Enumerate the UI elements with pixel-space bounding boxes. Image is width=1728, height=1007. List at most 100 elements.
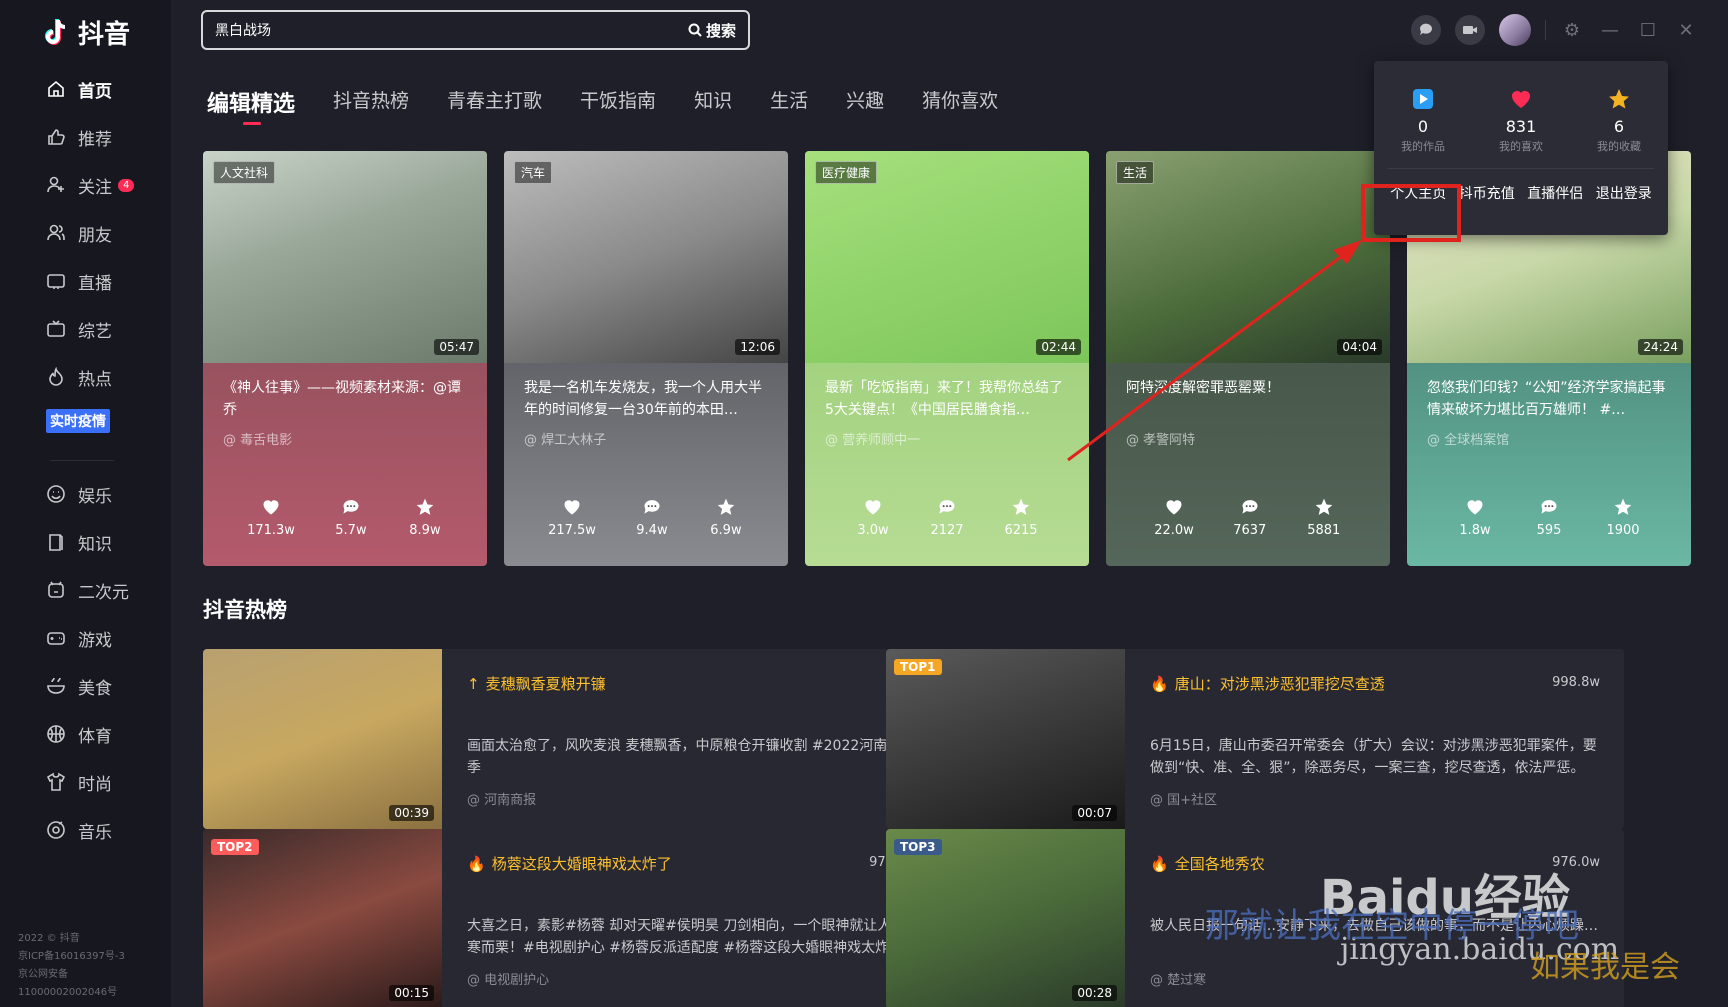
video-author[interactable]: @ 焊工大林子 xyxy=(504,423,788,454)
hot-author[interactable]: @ 电视剧护心 xyxy=(467,969,549,988)
hot-title[interactable]: 🔥 杨蓉这段大婚眼神戏太炸了 xyxy=(467,853,672,874)
hot-author[interactable]: @ 楚过寒 xyxy=(1150,969,1206,988)
live-companion-link[interactable]: 直播伴侣 xyxy=(1527,183,1583,203)
user-avatar[interactable] xyxy=(1499,14,1531,46)
sidebar-item-anime[interactable]: 二次元 xyxy=(46,566,129,614)
sidebar-item-label: 娱乐 xyxy=(78,486,112,507)
minimize-icon[interactable]: — xyxy=(1598,20,1622,41)
sidebar-item-games[interactable]: 游戏 xyxy=(46,614,129,662)
hot-list-item[interactable]: 00:39 ↑ 麦穗飘香夏粮开镰 画面太治愈了，风吹麦浪 麦穗飘香，中原粮仓开镰收… xyxy=(203,649,941,829)
ball-icon xyxy=(47,725,65,743)
comment-button[interactable]: 2127 xyxy=(929,497,965,538)
live-tag-label: 实时疫情 xyxy=(46,409,110,433)
video-card[interactable]: 汽车 12:06 我是一名机车发烧友，我一个人用大半年的时间修复一台30年前的本… xyxy=(504,151,788,566)
video-author[interactable]: @ 孝警阿特 xyxy=(1106,423,1390,454)
video-title[interactable]: 忽悠我们印钱？“公知”经济学家搞起事情来破坏力堪比百万雄师！ #… xyxy=(1407,363,1691,423)
comment-button[interactable]: 595 xyxy=(1531,497,1567,538)
favorite-button[interactable]: 8.9w xyxy=(407,497,443,538)
live-epidemic-tag[interactable]: 实时疫情 xyxy=(46,401,134,433)
like-button[interactable]: 1.8w xyxy=(1457,497,1493,538)
message-button[interactable] xyxy=(1411,15,1441,45)
favorite-button[interactable]: 5881 xyxy=(1306,497,1342,538)
search-button[interactable]: 搜索 xyxy=(688,20,736,41)
sidebar-item-variety[interactable]: 综艺 xyxy=(46,305,134,353)
video-thumbnail[interactable]: 医疗健康 02:44 xyxy=(805,151,1089,363)
video-title[interactable]: 《神人往事》——视频素材来源：@谭乔 xyxy=(203,363,487,423)
sidebar-item-entertainment[interactable]: 娱乐 xyxy=(46,470,129,518)
favorite-button[interactable]: 6215 xyxy=(1003,497,1039,538)
video-author[interactable]: @ 毒舌电影 xyxy=(203,423,487,454)
sidebar-item-home[interactable]: 首页 xyxy=(46,65,134,113)
settings-icon[interactable]: ⚙ xyxy=(1560,20,1584,41)
sidebar-item-sports[interactable]: 体育 xyxy=(46,710,129,758)
sidebar-item-fashion[interactable]: 时尚 xyxy=(46,758,129,806)
comment-button[interactable]: 5.7w xyxy=(333,497,369,538)
search-input[interactable] xyxy=(215,22,688,38)
tab-guess-you-like[interactable]: 猜你喜欢 xyxy=(922,86,998,118)
video-thumbnail[interactable]: 生活 04:04 xyxy=(1106,151,1390,363)
chat-bubble-icon xyxy=(1419,23,1432,35)
tab-hot-list[interactable]: 抖音热榜 xyxy=(333,86,409,118)
video-card[interactable]: 医疗健康 02:44 最新「吃饭指南」来了！我帮你总结了5大关键点！《中国居民膳… xyxy=(805,151,1089,566)
logout-link[interactable]: 退出登录 xyxy=(1596,183,1652,203)
video-title[interactable]: 我是一名机车发烧友，我一个人用大半年的时间修复一台30年前的本田… xyxy=(504,363,788,423)
sidebar-item-follow[interactable]: 关注 4 xyxy=(46,161,135,209)
icp-license[interactable]: 京ICP备16016397号-3 xyxy=(18,948,125,966)
sidebar-item-hot[interactable]: 热点 xyxy=(46,353,134,401)
video-author[interactable]: @ 营养师顾中一 xyxy=(805,423,1089,454)
category-tag: 医疗健康 xyxy=(815,161,878,184)
tab-knowledge[interactable]: 知识 xyxy=(694,86,732,118)
sidebar-item-recommend[interactable]: 推荐 xyxy=(46,113,134,161)
tab-editor-picks[interactable]: 编辑精选 xyxy=(207,86,295,125)
video-card[interactable]: 生活 04:04 阿特深度解密罪恶罂粟！ @ 孝警阿特 22.0w 7637 5… xyxy=(1106,151,1390,566)
recharge-link[interactable]: 抖币充值 xyxy=(1459,183,1515,203)
hot-list-item[interactable]: TOP1 00:07 🔥 唐山：对涉黑涉恶犯罪挖尽查透 998.8w 6月15日，… xyxy=(886,649,1624,829)
favorite-button[interactable]: 6.9w xyxy=(708,497,744,538)
my-favorites[interactable]: 6 我的收藏 xyxy=(1597,87,1641,154)
hot-title[interactable]: 🔥 唐山：对涉黑涉恶犯罪挖尽查透 xyxy=(1150,673,1385,694)
sidebar-item-knowledge[interactable]: 知识 xyxy=(46,518,129,566)
sidebar-item-food[interactable]: 美食 xyxy=(46,662,129,710)
video-card[interactable]: 人文社科 05:47 《神人往事》——视频素材来源：@谭乔 @ 毒舌电影 171… xyxy=(203,151,487,566)
upload-video-button[interactable] xyxy=(1455,15,1485,45)
sidebar-item-music[interactable]: 音乐 xyxy=(46,806,129,854)
sidebar-item-label: 首页 xyxy=(78,81,112,102)
hot-list-item[interactable]: TOP2 00:15 🔥杨蓉这段大婚眼神戏太炸了 977.7w 大喜之日，素影#… xyxy=(203,829,941,1007)
tab-life[interactable]: 生活 xyxy=(770,86,808,118)
like-button[interactable]: 171.3w xyxy=(247,497,295,538)
my-works[interactable]: 0 我的作品 xyxy=(1401,87,1445,154)
maximize-icon[interactable]: ☐ xyxy=(1636,20,1660,41)
hot-video-thumbnail[interactable]: TOP1 00:07 xyxy=(886,649,1125,829)
sidebar-item-friends[interactable]: 朋友 xyxy=(46,209,134,257)
hot-video-thumbnail[interactable]: 00:39 xyxy=(203,649,442,829)
like-button[interactable]: 22.0w xyxy=(1154,497,1194,538)
my-likes[interactable]: 831 我的喜欢 xyxy=(1499,87,1543,154)
hot-video-thumbnail[interactable]: TOP2 00:15 xyxy=(203,829,442,1007)
like-button[interactable]: 3.0w xyxy=(855,497,891,538)
like-button[interactable]: 217.5w xyxy=(548,497,596,538)
video-thumbnail[interactable]: 人文社科 05:47 xyxy=(203,151,487,363)
police-record[interactable]: 京公网安备 xyxy=(18,966,125,984)
hot-author[interactable]: @ 河南商报 xyxy=(467,789,536,808)
hot-title[interactable]: ↑ 麦穗飘香夏粮开镰 xyxy=(467,673,606,694)
search-bar: 搜索 xyxy=(201,10,750,50)
comment-button[interactable]: 7637 xyxy=(1232,497,1268,538)
comment-button[interactable]: 9.4w xyxy=(634,497,670,538)
tab-food-guide[interactable]: 干饭指南 xyxy=(580,86,656,118)
douyin-logo[interactable]: 抖音 xyxy=(40,14,130,51)
sidebar-item-live[interactable]: 直播 xyxy=(46,257,134,305)
heart-icon xyxy=(1512,91,1530,108)
video-title[interactable]: 最新「吃饭指南」来了！我帮你总结了5大关键点！《中国居民膳食指… xyxy=(805,363,1089,423)
sidebar-item-label: 热点 xyxy=(78,369,112,390)
tab-interest[interactable]: 兴趣 xyxy=(846,86,884,118)
hot-video-thumbnail[interactable]: TOP3 00:28 xyxy=(886,829,1125,1007)
tab-youth-songs[interactable]: 青春主打歌 xyxy=(447,86,542,118)
video-author[interactable]: @ 全球档案馆 xyxy=(1407,423,1691,454)
close-icon[interactable]: ✕ xyxy=(1674,20,1698,41)
video-thumbnail[interactable]: 汽车 12:06 xyxy=(504,151,788,363)
video-title[interactable]: 阿特深度解密罪恶罂粟！ xyxy=(1106,363,1390,423)
favorite-button[interactable]: 1900 xyxy=(1605,497,1641,538)
video-duration: 12:06 xyxy=(735,339,780,355)
hot-author[interactable]: @ 国+社区 xyxy=(1150,789,1217,808)
hot-title[interactable]: 🔥 全国各地秀农 xyxy=(1150,853,1265,874)
